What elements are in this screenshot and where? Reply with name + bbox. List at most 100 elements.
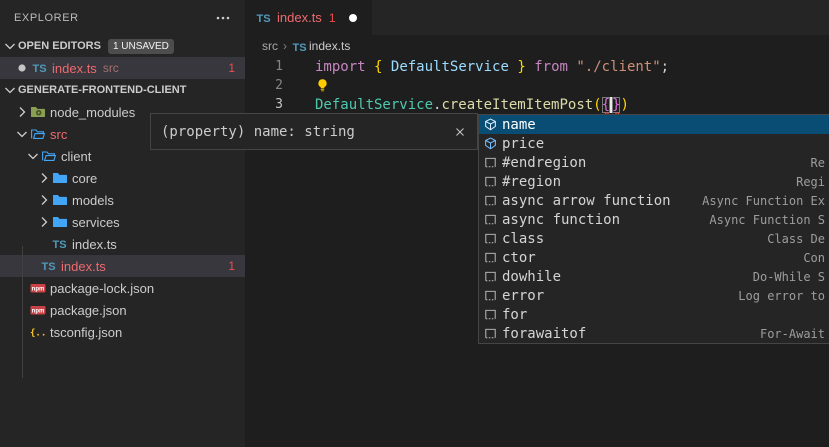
code-token: . <box>433 97 441 113</box>
lightbulb-icon[interactable] <box>315 78 330 93</box>
error-count-badge: 1 <box>228 61 235 75</box>
tab-error-count: 1 <box>329 11 336 25</box>
suggestion-description: For-Await <box>760 327 829 341</box>
suggestion-label: #endregion <box>502 155 586 171</box>
snippet-icon <box>482 326 498 341</box>
typescript-icon: TS <box>292 39 306 53</box>
modified-dot-icon[interactable] <box>345 10 361 26</box>
typescript-icon: TS <box>41 258 57 274</box>
snippet-icon <box>482 212 498 227</box>
code-token <box>509 59 517 75</box>
tree-item-core[interactable]: core <box>0 167 245 189</box>
svg-text:TS: TS <box>257 13 271 25</box>
unsaved-count-badge: 1 UNSAVED <box>108 39 174 54</box>
vscode-window: EXPLORER OPEN EDITORS 1 UNSAVED TSindex.… <box>0 0 829 447</box>
explorer-header: EXPLORER <box>0 0 245 35</box>
code-line-3[interactable]: 3DefaultService.createItemItemPost({}) <box>245 95 829 114</box>
project-section-header[interactable]: GENERATE-FRONTEND-CLIENT <box>0 79 245 101</box>
code-token <box>568 59 576 75</box>
snippet-icon <box>482 174 498 189</box>
tree-item-label: models <box>72 193 114 208</box>
tree-item-models[interactable]: models <box>0 189 245 211</box>
tab-index-ts[interactable]: TS index.ts 1 <box>245 0 372 35</box>
breadcrumb-item-src[interactable]: src <box>262 39 278 53</box>
line-number: 3 <box>245 97 283 112</box>
suggestion-label: ctor <box>502 250 536 266</box>
svg-text:TS: TS <box>33 63 47 75</box>
tree-item-package-lock.json[interactable]: npm package-lock.json <box>0 277 245 299</box>
code-line-2[interactable]: 2 <box>245 76 829 95</box>
chevron-right-icon <box>36 170 52 186</box>
svg-text:TS: TS <box>53 239 67 251</box>
code-token: DefaultService <box>391 59 509 75</box>
indent-spacer <box>25 258 41 274</box>
code-line-1[interactable]: 1import { DefaultService } from "./clien… <box>245 57 829 76</box>
suggestion-label: dowhile <box>502 269 561 285</box>
svg-text:{..}: {..} <box>30 329 46 339</box>
suggestion-label: async function <box>502 212 620 228</box>
tree-item-label: package-lock.json <box>50 281 154 296</box>
snippet-icon <box>482 231 498 246</box>
suggestion-label: #region <box>502 174 561 190</box>
suggestion-item-price[interactable]: price <box>479 134 829 153</box>
suggestion-item-error[interactable]: errorLog error to <box>479 286 829 305</box>
suggestion-label: class <box>502 231 544 247</box>
folder-icon <box>52 214 68 230</box>
tree-item-package.json[interactable]: npmpackage.json <box>0 299 245 321</box>
typescript-icon: TS <box>52 236 68 252</box>
more-actions-icon[interactable] <box>215 10 231 26</box>
suggestion-label: async arrow function <box>502 193 671 209</box>
tab-bar: TS index.ts 1 <box>245 0 829 35</box>
suggestion-description: Do-While S <box>753 270 829 284</box>
suggestion-item-#region[interactable]: #regionRegi <box>479 172 829 191</box>
suggestion-item-forawaitof[interactable]: forawaitof For-Await <box>479 324 829 343</box>
close-icon[interactable] <box>453 125 467 139</box>
tree-item-label: src <box>50 127 67 142</box>
snippet-icon <box>482 193 498 208</box>
tree-item-label: node_modules <box>50 105 135 120</box>
tree-item-label: index.ts <box>61 259 106 274</box>
suggestion-item-dowhile[interactable]: dowhile Do-While S <box>479 267 829 286</box>
suggestion-label: forawaitof <box>502 326 586 342</box>
chevron-right-icon <box>14 104 30 120</box>
folder-icon <box>52 192 68 208</box>
folder-icon <box>52 170 68 186</box>
breadcrumb-label: src <box>262 39 278 53</box>
suggestion-label: name <box>502 117 536 133</box>
tree-item-label: index.ts <box>72 237 117 252</box>
tree-item-index.ts[interactable]: TS index.ts 1 <box>0 255 245 277</box>
snippet-icon <box>482 288 498 303</box>
tree-item-tsconfig.json[interactable]: {..}tsconfig.json <box>0 321 245 343</box>
code-line-content: DefaultService.createItemItemPost({}) <box>283 97 629 113</box>
explorer-title: EXPLORER <box>14 12 215 24</box>
chevron-down-icon <box>25 148 41 164</box>
suggest-details-tooltip: (property) name: string <box>150 113 478 150</box>
project-name-label: GENERATE-FRONTEND-CLIENT <box>18 84 186 96</box>
suggestion-item-for[interactable]: for <box>479 305 829 324</box>
code-token <box>526 59 534 75</box>
suggestion-item-ctor[interactable]: ctorCon <box>479 248 829 267</box>
open-editors-section-header[interactable]: OPEN EDITORS 1 UNSAVED <box>0 35 245 57</box>
suggestion-description: Log error to <box>738 289 829 303</box>
chevron-right-icon <box>36 214 52 230</box>
suggestion-item-async-function[interactable]: async functionAsync Function S <box>479 210 829 229</box>
code-token: } <box>612 97 620 113</box>
suggestion-item-class[interactable]: classClass De <box>479 229 829 248</box>
breadcrumb-separator-icon: › <box>283 39 287 53</box>
error-count-badge: 1 <box>228 259 235 273</box>
field-icon <box>482 117 498 132</box>
snippet-icon <box>482 155 498 170</box>
breadcrumb-item-index.ts[interactable]: TSindex.ts <box>292 39 350 53</box>
suggest-details-text: (property) name: string <box>161 124 355 140</box>
tree-item-index.ts[interactable]: TS index.ts <box>0 233 245 255</box>
code-token: "./client" <box>576 59 660 75</box>
json-braces-icon: {..} <box>30 324 46 340</box>
open-editor-item-index.ts[interactable]: TSindex.tssrc1 <box>0 57 245 79</box>
tree-item-label: package.json <box>50 303 127 318</box>
suggestion-item-async-arrow-function[interactable]: async arrow functionAsync Function Ex <box>479 191 829 210</box>
suggestion-item-#endregion[interactable]: #endregionRe <box>479 153 829 172</box>
tree-item-services[interactable]: services <box>0 211 245 233</box>
svg-text:npm: npm <box>32 287 45 293</box>
suggestion-item-name[interactable]: name <box>479 115 829 134</box>
code-area[interactable]: 1import { DefaultService } from "./clien… <box>245 57 829 114</box>
